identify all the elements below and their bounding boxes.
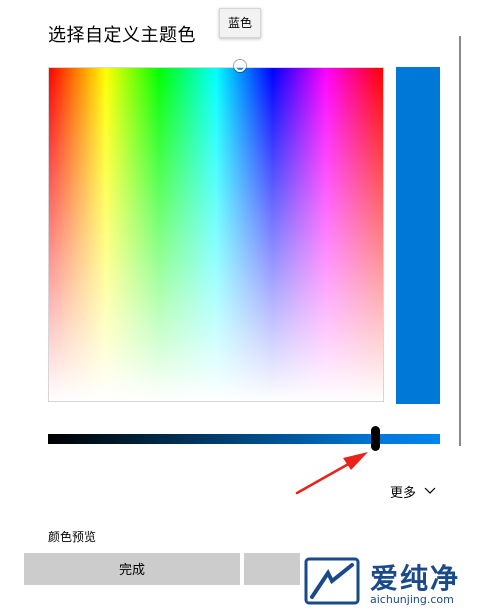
more-label: 更多 [390, 485, 417, 501]
vertical-scrollbar[interactable] [459, 36, 461, 446]
watermark-url: aichunjing.com [370, 593, 454, 606]
watermark-logo-icon [304, 557, 360, 605]
spectrum-selector-handle[interactable] [234, 60, 246, 72]
brightness-slider-thumb[interactable] [371, 426, 380, 451]
more-options-button[interactable]: 更多 [390, 481, 436, 501]
done-button[interactable]: 完成 [24, 553, 240, 585]
site-watermark-logo: 爱纯净 aichunjing.com [300, 553, 490, 611]
chevron-down-icon [424, 487, 436, 494]
color-name-tooltip: 蓝色 [219, 8, 261, 38]
color-preview-label: 颜色预览 [48, 530, 97, 544]
cancel-button[interactable] [244, 553, 300, 585]
selected-color-swatch [396, 67, 440, 404]
custom-accent-color-dialog: 选择自定义主题色 蓝色 更多 颜色预览 完成 爱纯净 aichunjing.co… [0, 0, 490, 611]
dialog-title: 选择自定义主题色 [48, 25, 196, 46]
color-spectrum-picker[interactable] [48, 67, 384, 402]
watermark-text: 爱纯净 [370, 562, 461, 595]
brightness-slider-track[interactable] [48, 434, 440, 444]
